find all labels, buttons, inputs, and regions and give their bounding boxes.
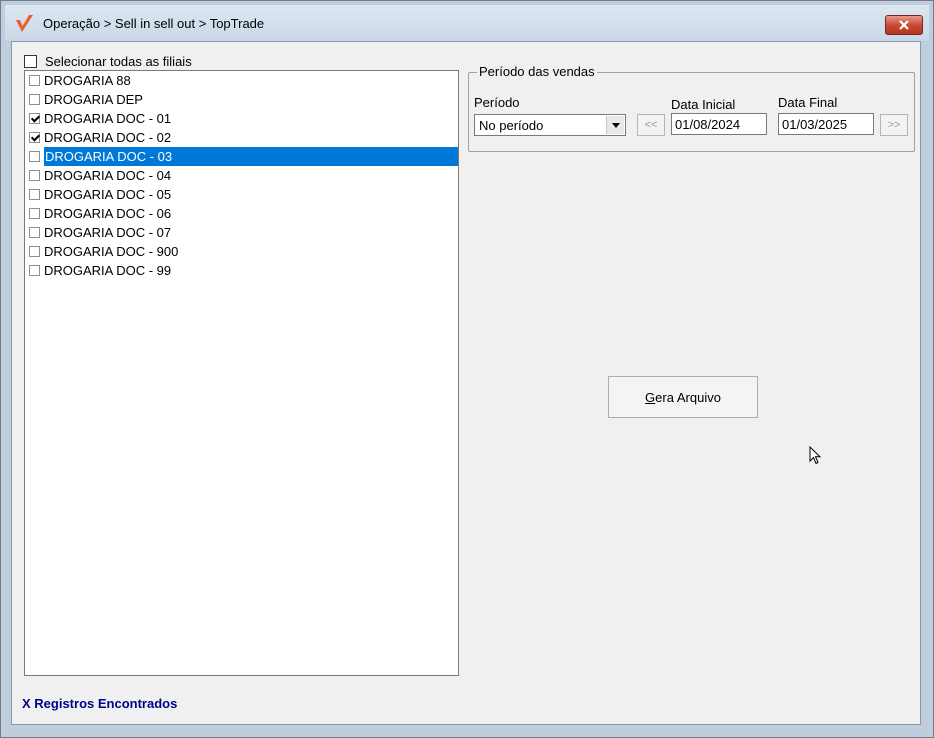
branch-label: DROGARIA DOC - 04 (44, 168, 172, 183)
branch-list-item[interactable]: DROGARIA DOC - 03 (25, 147, 458, 166)
select-all-label: Selecionar todas as filiais (45, 54, 192, 69)
period-label: Período (474, 95, 520, 110)
branch-list-item[interactable]: DROGARIA DOC - 900 (25, 242, 458, 261)
generate-file-button[interactable]: Gera Arquivo (608, 376, 758, 418)
chevron-down-icon[interactable] (606, 116, 624, 134)
branch-checkbox[interactable] (29, 265, 40, 276)
close-icon (899, 20, 909, 30)
app-window: Operação > Sell in sell out > TopTrade S… (0, 0, 934, 738)
next-period-button[interactable]: >> (880, 114, 908, 136)
branch-label: DROGARIA DEP (44, 92, 143, 107)
branch-label: DROGARIA DOC - 99 (44, 263, 172, 278)
select-all-branches[interactable]: Selecionar todas as filiais (24, 54, 192, 69)
branch-label: DROGARIA DOC - 02 (44, 130, 172, 145)
branch-label: DROGARIA DOC - 900 (44, 244, 179, 259)
end-date-input[interactable]: 01/03/2025 (778, 113, 874, 135)
branch-list-item[interactable]: DROGARIA DOC - 04 (25, 166, 458, 185)
branch-label: DROGARIA 88 (44, 73, 131, 88)
branch-label: DROGARIA DOC - 01 (44, 111, 172, 126)
previous-period-button[interactable]: << (637, 114, 665, 136)
branch-checkbox[interactable] (29, 132, 40, 143)
branch-list-item[interactable]: DROGARIA DEP (25, 90, 458, 109)
window-title: Operação > Sell in sell out > TopTrade (43, 16, 265, 31)
generate-file-mnemonic: G (645, 389, 656, 405)
branch-label: DROGARIA DOC - 07 (44, 225, 172, 240)
branch-checkbox[interactable] (29, 246, 40, 257)
branch-label: DROGARIA DOC - 03 (44, 147, 458, 166)
branch-list-item[interactable]: DROGARIA DOC - 01 (25, 109, 458, 128)
start-date-label: Data Inicial (671, 97, 736, 112)
sales-period-group: Período das vendas Período No período <<… (468, 64, 915, 152)
branch-list-item[interactable]: DROGARIA DOC - 99 (25, 261, 458, 280)
branch-list-item[interactable]: DROGARIA DOC - 05 (25, 185, 458, 204)
branch-checkbox[interactable] (29, 208, 40, 219)
period-select[interactable]: No período (474, 114, 626, 136)
branch-label: DROGARIA DOC - 05 (44, 187, 172, 202)
start-date-input[interactable]: 01/08/2024 (671, 113, 767, 135)
select-all-checkbox[interactable] (24, 55, 37, 68)
title-bar[interactable]: Operação > Sell in sell out > TopTrade (5, 5, 929, 41)
mouse-cursor-icon (809, 446, 822, 465)
app-logo-icon (16, 15, 33, 32)
branch-list[interactable]: DROGARIA 88 DROGARIA DEP DROGARIA DOC - 01… (24, 70, 459, 676)
period-select-value: No período (479, 118, 544, 133)
branch-checkbox[interactable] (29, 151, 40, 162)
branch-list-item[interactable]: DROGARIA DOC - 06 (25, 204, 458, 223)
sales-period-title: Período das vendas (477, 64, 597, 79)
branch-checkbox[interactable] (29, 94, 40, 105)
branch-checkbox[interactable] (29, 75, 40, 86)
branch-label: DROGARIA DOC - 06 (44, 206, 172, 221)
records-found-status: X Registros Encontrados (22, 696, 178, 711)
branch-checkbox[interactable] (29, 170, 40, 181)
branch-checkbox[interactable] (29, 113, 40, 124)
branch-list-item[interactable]: DROGARIA DOC - 07 (25, 223, 458, 242)
branch-list-item[interactable]: DROGARIA 88 (25, 71, 458, 90)
client-area: Selecionar todas as filiais DROGARIA 88 D… (11, 41, 921, 725)
branch-list-item[interactable]: DROGARIA DOC - 02 (25, 128, 458, 147)
generate-file-label: era Arquivo (655, 389, 721, 405)
end-date-label: Data Final (778, 95, 838, 110)
branch-checkbox[interactable] (29, 189, 40, 200)
close-button[interactable] (885, 15, 923, 35)
branch-checkbox[interactable] (29, 227, 40, 238)
